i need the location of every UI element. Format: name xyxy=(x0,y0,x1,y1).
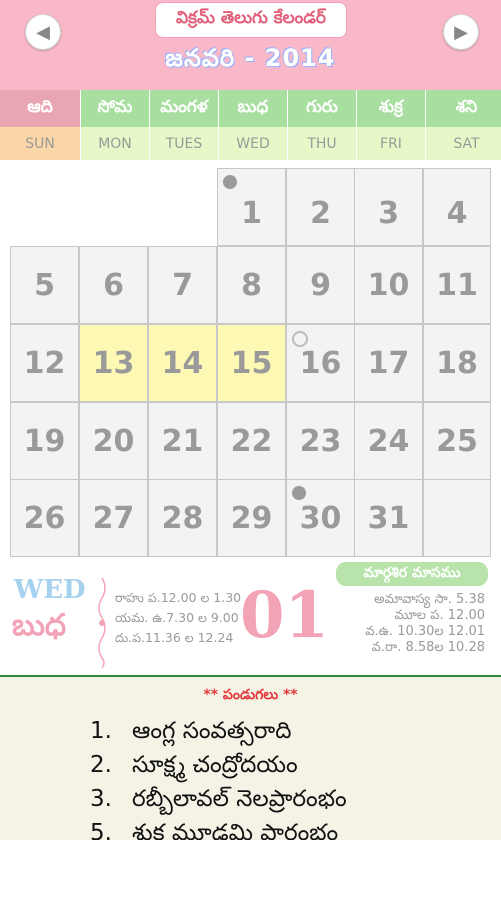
day-cell-5[interactable]: 5 xyxy=(10,246,79,324)
weekday-column-sun: ఆది SUN xyxy=(0,90,81,160)
weekday-label-telugu: బుధ xyxy=(219,90,287,127)
day-cell-22[interactable]: 22 xyxy=(217,402,286,480)
weekday-column-mon: సోమ MON xyxy=(81,90,150,160)
panchang-varjyam-day: వ.ఉ. 10.30ల 12.01 xyxy=(365,624,485,639)
inauspicious-timings: రాహు ప.12.00 ల 1.30 యమ. ఉ.7.30 ల 9.00 దు… xyxy=(115,588,241,648)
weekday-label-english: SAT xyxy=(426,127,501,160)
weekday-column-sat: శని SAT xyxy=(426,90,501,160)
day-cell-30[interactable]: 30 xyxy=(286,479,355,557)
day-cell-13[interactable]: 13 xyxy=(79,324,148,402)
day-cell-7[interactable]: 7 xyxy=(148,246,217,324)
day-cell-4[interactable]: 4 xyxy=(423,168,491,246)
weekday-label-english: THU xyxy=(288,127,356,160)
day-cell-25[interactable]: 25 xyxy=(423,402,491,480)
festivals-heading: ** పండుగలు ** xyxy=(203,687,298,703)
weekday-english: WED xyxy=(14,575,86,605)
festival-number: 5. xyxy=(90,820,112,842)
festival-name: ఆంగ్ల సంవత్సరాది xyxy=(132,718,292,744)
day-cell-18[interactable]: 18 xyxy=(423,324,491,402)
day-cell-28[interactable]: 28 xyxy=(148,479,217,557)
masam-badge: మార్గశిర మాసము xyxy=(336,562,488,586)
festival-item: 2. సూక్ష్మ చంద్రోదయం xyxy=(90,748,347,782)
timing-durmuhurtham: దు.ప.11.36 ల 12.24 xyxy=(115,630,234,645)
weekday-label-telugu: మంగళ xyxy=(150,90,218,127)
divider-ornament xyxy=(98,578,106,668)
weekday-label-telugu: శని xyxy=(426,90,501,127)
weekday-label-telugu: శుక్ర xyxy=(357,90,425,127)
festival-name: శుక్ర మూఢమి ప్రారంభం xyxy=(132,820,339,842)
festival-number: 3. xyxy=(90,786,112,812)
selected-date: 01 xyxy=(240,578,330,653)
month-title: జనవరి - 2014 xyxy=(165,44,336,72)
panchang-nakshatra: మూల ప. 12.00 xyxy=(394,608,485,623)
day-cell-29[interactable]: 29 xyxy=(217,479,286,557)
weekday-label-english: MON xyxy=(81,127,149,160)
bottom-blank-area xyxy=(0,840,501,900)
festival-item: 3. రబ్బీలావల్ నెలప్రారంభం xyxy=(90,782,347,816)
empty-cell xyxy=(423,479,491,557)
weekday-label-english: FRI xyxy=(357,127,425,160)
festival-name: సూక్ష్మ చంద్రోదయం xyxy=(132,752,298,778)
app-header: విక్రమ్ తెలుగు కేలండర్ ◀ ▶ జనవరి - 2014 xyxy=(0,0,501,90)
weekday-column-fri: శుక్ర FRI xyxy=(357,90,426,160)
app-title: విక్రమ్ తెలుగు కేలండర్ xyxy=(155,2,347,38)
festival-list: 1. ఆంగ్ల సంవత్సరాది 2. సూక్ష్మ చంద్రోదయం 3. ర… xyxy=(90,714,347,842)
weekday-label-english: SUN xyxy=(0,127,80,160)
day-cell-20[interactable]: 20 xyxy=(79,402,148,480)
day-cell-26[interactable]: 26 xyxy=(10,479,79,557)
calendar-grid: 1 2 3 4 5 6 7 8 9 10 11 12 13 14 15 16 17 18 19 20 21 22 23 24 2… xyxy=(10,168,491,557)
festival-name: రబ్బీలావల్ నెలప్రారంభం xyxy=(132,786,347,812)
day-cell-16[interactable]: 16 xyxy=(286,324,355,402)
day-cell-17[interactable]: 17 xyxy=(354,324,423,402)
day-cell-15[interactable]: 15 xyxy=(217,324,286,402)
festival-number: 1. xyxy=(90,718,112,744)
weekday-label-telugu: గురు xyxy=(288,90,356,127)
festivals-panel[interactable]: ** పండుగలు ** 1. ఆంగ్ల సంవత్సరాది 2. సూక్ష్… xyxy=(0,675,501,842)
weekday-label-telugu: సోమ xyxy=(81,90,149,127)
panchang-tithi: అమావాస్య సా. 5.38 xyxy=(374,592,485,607)
weekday-label-english: TUES xyxy=(150,127,218,160)
weekday-column-thu: గురు THU xyxy=(288,90,357,160)
day-cell-23[interactable]: 23 xyxy=(286,402,355,480)
weekday-label-english: WED xyxy=(219,127,287,160)
day-cell-2[interactable]: 2 xyxy=(286,168,355,246)
day-cell-31[interactable]: 31 xyxy=(354,479,423,557)
day-cell-6[interactable]: 6 xyxy=(79,246,148,324)
festival-number: 2. xyxy=(90,752,112,778)
day-cell-12[interactable]: 12 xyxy=(10,324,79,402)
festival-item: 1. ఆంగ్ల సంవత్సరాది xyxy=(90,714,347,748)
panchang-varjyam-night: వ.రా. 8.58ల 10.28 xyxy=(371,640,485,655)
panchang-details: అమావాస్య సా. 5.38 మూల ప. 12.00 వ.ఉ. 10.3… xyxy=(345,592,485,656)
weekday-header-row: ఆది SUN సోమ MON మంగళ TUES బుధ WED గురు THU శుక్ర FR… xyxy=(0,90,501,160)
new-moon-icon xyxy=(292,486,306,500)
day-cell-3[interactable]: 3 xyxy=(354,168,423,246)
day-cell-11[interactable]: 11 xyxy=(423,246,491,324)
timing-rahu: రాహు ప.12.00 ల 1.30 xyxy=(115,590,242,605)
day-cell-19[interactable]: 19 xyxy=(10,402,79,480)
weekday-column-wed: బుధ WED xyxy=(219,90,288,160)
day-cell-10[interactable]: 10 xyxy=(354,246,423,324)
weekday-column-tues: మంగళ TUES xyxy=(150,90,219,160)
day-cell-24[interactable]: 24 xyxy=(354,402,423,480)
festival-item: 5. శుక్ర మూఢమి ప్రారంభం xyxy=(90,816,347,842)
day-cell-9[interactable]: 9 xyxy=(286,246,355,324)
day-cell-14[interactable]: 14 xyxy=(148,324,217,402)
timing-yama: యమ. ఉ.7.30 ల 9.00 xyxy=(115,610,239,625)
full-moon-icon xyxy=(292,331,308,347)
weekday-telugu: బుధ xyxy=(12,608,67,643)
day-cell-1[interactable]: 1 xyxy=(217,168,286,246)
day-cell-21[interactable]: 21 xyxy=(148,402,217,480)
day-cell-8[interactable]: 8 xyxy=(217,246,286,324)
new-moon-icon xyxy=(223,175,237,189)
day-cell-27[interactable]: 27 xyxy=(79,479,148,557)
weekday-label-telugu: ఆది xyxy=(0,90,80,127)
